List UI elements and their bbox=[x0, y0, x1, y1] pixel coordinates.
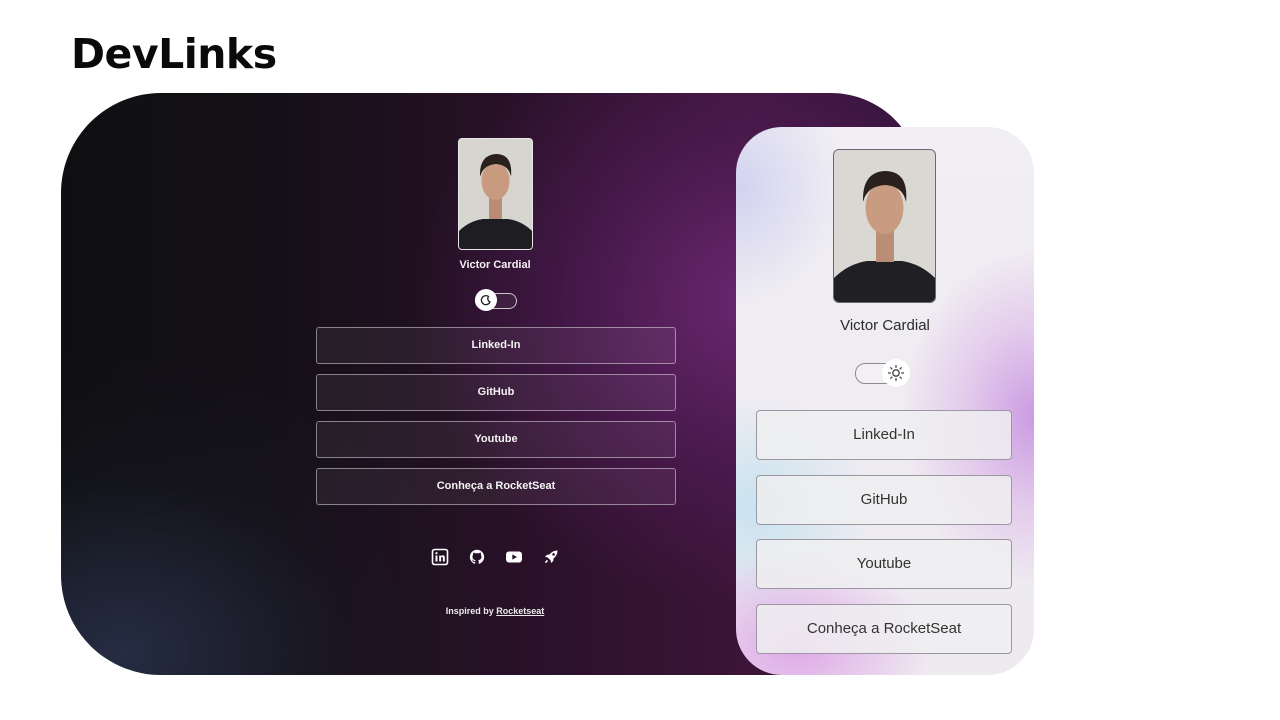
profile-photo bbox=[834, 150, 935, 302]
rocket-icon[interactable] bbox=[542, 548, 560, 566]
slide: DevLinks Victor Cardial Linked-In GitHub bbox=[0, 0, 1280, 720]
profile-photo bbox=[459, 139, 532, 249]
theme-toggle[interactable] bbox=[855, 359, 910, 387]
github-icon[interactable] bbox=[468, 548, 486, 566]
moon-icon bbox=[475, 289, 497, 311]
link-button-rocketseat[interactable]: Conheça a RocketSeat bbox=[756, 603, 1012, 654]
sun-icon bbox=[882, 359, 910, 387]
link-button-rocketseat[interactable]: Conheça a RocketSeat bbox=[316, 468, 676, 505]
link-button-youtube[interactable]: Youtube bbox=[756, 539, 1012, 589]
avatar bbox=[458, 138, 533, 250]
social-links bbox=[431, 548, 559, 566]
link-list: Linked-In GitHub Youtube Conheça a Rocke… bbox=[756, 410, 1012, 668]
rocketseat-link[interactable]: Rocketseat bbox=[496, 606, 544, 616]
link-button-github[interactable]: GitHub bbox=[316, 374, 676, 411]
link-button-linkedin[interactable]: Linked-In bbox=[316, 327, 676, 364]
avatar bbox=[833, 149, 936, 303]
link-button-github[interactable]: GitHub bbox=[756, 474, 1012, 525]
profile-name: Victor Cardial bbox=[840, 317, 930, 334]
light-mode-preview: Victor Cardial Linked-In GitHub Youtube … bbox=[736, 127, 1034, 675]
link-button-youtube[interactable]: Youtube bbox=[316, 421, 676, 458]
link-list: Linked-In GitHub Youtube Conheça a Rocke… bbox=[316, 327, 676, 515]
footer-text: Inspired by bbox=[445, 606, 497, 616]
link-button-linkedin[interactable]: Linked-In bbox=[756, 410, 1012, 460]
linkedin-icon[interactable] bbox=[431, 548, 449, 566]
theme-toggle[interactable] bbox=[475, 289, 517, 311]
youtube-icon[interactable] bbox=[505, 548, 523, 566]
page-title: DevLinks bbox=[71, 30, 277, 78]
